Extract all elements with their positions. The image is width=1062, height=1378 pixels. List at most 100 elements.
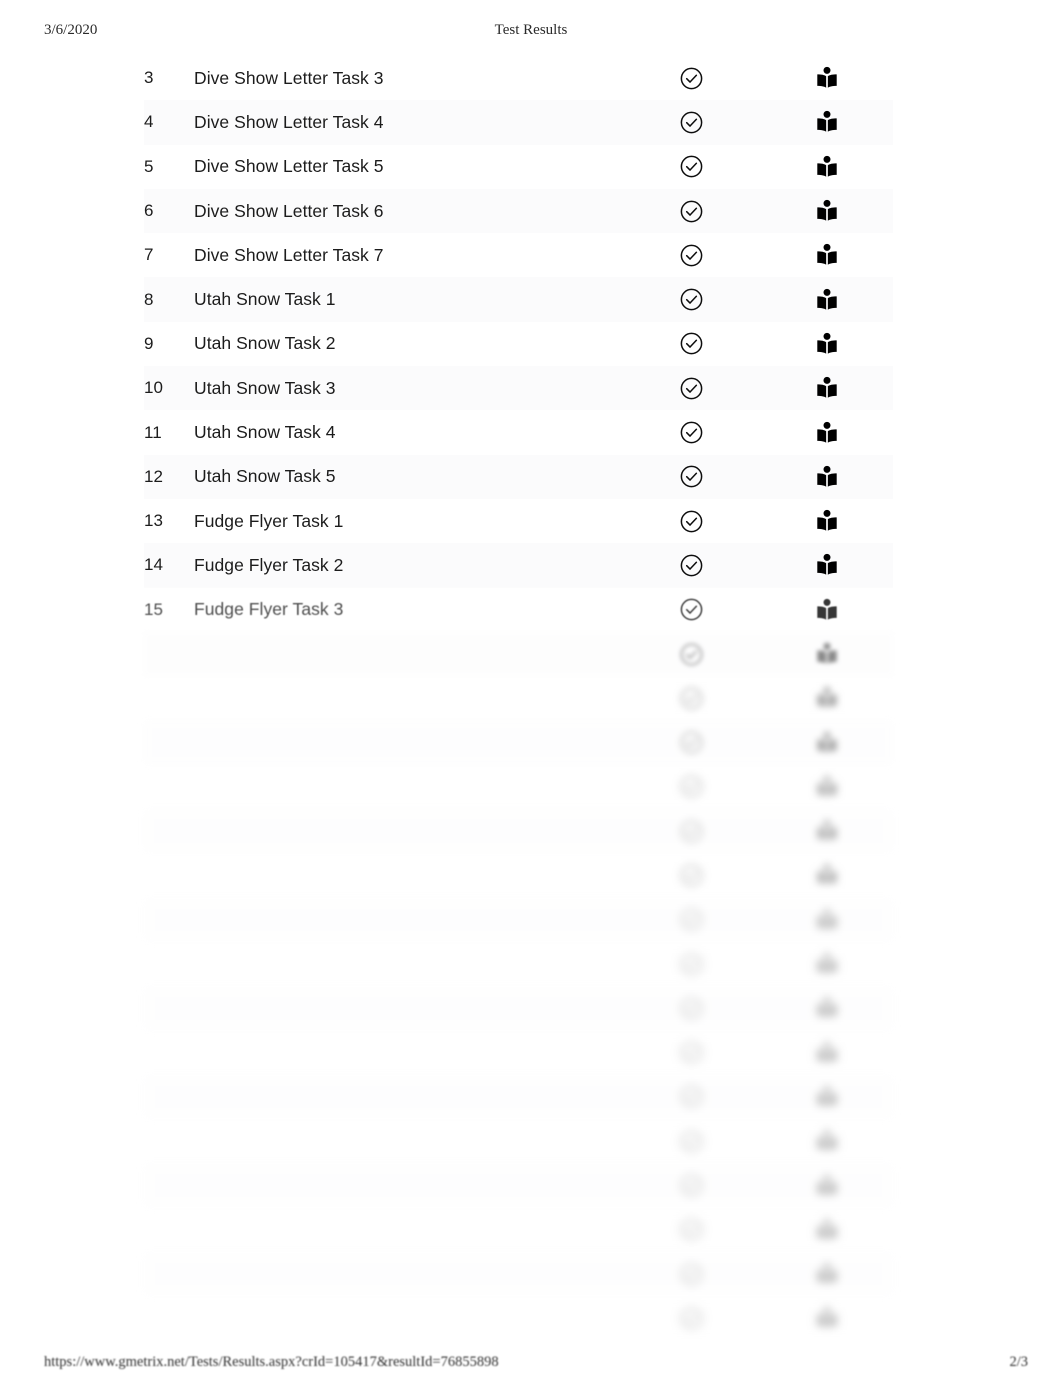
task-name-cell <box>194 632 621 676</box>
table-row[interactable]: 9 Utah Snow Task 2 <box>144 321 893 367</box>
status-cell <box>621 1075 761 1119</box>
status-cell <box>621 986 761 1030</box>
table-row[interactable] <box>144 1119 893 1164</box>
task-name-cell: Fudge Flyer Task 2 <box>194 543 621 587</box>
check-circle-icon <box>679 1084 704 1109</box>
task-name-cell <box>194 720 621 764</box>
review-cell[interactable] <box>761 499 893 543</box>
review-cell[interactable] <box>761 1031 893 1075</box>
task-name-cell <box>194 853 621 897</box>
review-cell[interactable] <box>761 1296 893 1340</box>
review-cell[interactable] <box>761 676 893 720</box>
table-row[interactable] <box>144 1296 893 1341</box>
review-cell[interactable] <box>761 1252 893 1296</box>
review-cell[interactable] <box>761 233 893 277</box>
task-name-cell: Dive Show Letter Task 7 <box>194 233 621 277</box>
table-row[interactable] <box>144 1207 893 1253</box>
review-cell[interactable] <box>761 1208 893 1252</box>
review-cell[interactable] <box>761 1075 893 1119</box>
row-number: 8 <box>144 289 154 309</box>
table-row[interactable]: 10 Utah Snow Task 3 <box>144 366 893 411</box>
task-name-cell: Dive Show Letter Task 6 <box>194 189 621 233</box>
table-row[interactable]: 14 Fudge Flyer Task 2 <box>144 543 893 588</box>
table-row[interactable] <box>144 1252 893 1297</box>
status-cell <box>621 809 761 853</box>
row-number-cell: 5 <box>144 145 194 189</box>
row-number-cell: 3 <box>144 56 194 100</box>
check-circle-icon <box>679 243 704 268</box>
row-number: 15 <box>144 599 164 619</box>
review-cell[interactable] <box>761 986 893 1030</box>
task-name: Fudge Flyer Task 2 <box>194 554 344 575</box>
status-cell <box>621 632 761 676</box>
table-row[interactable]: 12 Utah Snow Task 5 <box>144 454 893 499</box>
table-row[interactable] <box>144 853 893 898</box>
table-row[interactable]: 5 Dive Show Letter Task 5 <box>144 144 893 189</box>
table-row[interactable] <box>144 1163 893 1208</box>
row-number-cell: 9 <box>144 322 194 366</box>
row-number-cell <box>144 986 194 1030</box>
row-number-cell <box>144 1163 194 1207</box>
table-row[interactable] <box>144 986 893 1031</box>
table-row[interactable] <box>144 941 893 987</box>
table-row[interactable] <box>144 809 893 854</box>
review-cell[interactable] <box>761 410 893 454</box>
row-number: 14 <box>144 555 164 575</box>
review-cell[interactable] <box>761 1163 893 1207</box>
book-reader-icon <box>814 1040 840 1066</box>
book-reader-icon <box>814 154 840 180</box>
review-cell[interactable] <box>761 145 893 189</box>
row-number-cell <box>144 898 194 942</box>
review-cell[interactable] <box>761 322 893 366</box>
book-reader-icon <box>814 818 840 844</box>
check-circle-icon <box>679 331 704 356</box>
check-circle-icon <box>679 819 704 844</box>
row-number: 11 <box>144 422 162 442</box>
review-cell[interactable] <box>761 56 893 100</box>
review-cell[interactable] <box>761 100 893 144</box>
test-results-body: 3 Dive Show Letter Task 3 4 Dive Show Lette… <box>144 56 893 1341</box>
table-row[interactable]: 11 Utah Snow Task 4 <box>144 410 893 455</box>
review-cell[interactable] <box>761 942 893 986</box>
table-row[interactable] <box>144 1030 893 1075</box>
table-row[interactable]: 7 Dive Show Letter Task 7 <box>144 233 893 278</box>
review-cell[interactable] <box>761 898 893 942</box>
review-cell[interactable] <box>761 189 893 233</box>
row-number-cell <box>144 765 194 809</box>
table-row[interactable] <box>144 631 893 677</box>
review-cell[interactable] <box>761 543 893 587</box>
review-cell[interactable] <box>761 455 893 499</box>
review-cell[interactable] <box>761 720 893 764</box>
book-reader-icon <box>814 774 840 800</box>
book-reader-icon <box>814 198 840 224</box>
check-circle-icon <box>679 420 704 445</box>
table-row[interactable]: 8 Utah Snow Task 1 <box>144 277 893 322</box>
review-cell[interactable] <box>761 1119 893 1163</box>
table-row[interactable] <box>144 1074 893 1120</box>
row-number-cell: 7 <box>144 233 194 277</box>
review-cell[interactable] <box>761 588 893 632</box>
review-cell[interactable] <box>761 632 893 676</box>
status-cell <box>621 233 761 277</box>
row-number-cell <box>144 1296 194 1340</box>
table-row[interactable]: 4 Dive Show Letter Task 4 <box>144 100 893 145</box>
row-number-cell: 6 <box>144 189 194 233</box>
table-row[interactable] <box>144 764 893 810</box>
row-number-cell <box>144 853 194 897</box>
table-row[interactable]: 6 Dive Show Letter Task 6 <box>144 188 893 234</box>
row-number-cell: 14 <box>144 543 194 587</box>
table-row[interactable]: 15 Fudge Flyer Task 3 <box>144 587 893 632</box>
review-cell[interactable] <box>761 853 893 897</box>
task-name-cell <box>194 1208 621 1252</box>
table-row[interactable] <box>144 897 893 942</box>
review-cell[interactable] <box>761 277 893 321</box>
table-row[interactable] <box>144 720 893 765</box>
task-name-cell <box>194 676 621 720</box>
table-row[interactable]: 13 Fudge Flyer Task 1 <box>144 498 893 544</box>
review-cell[interactable] <box>761 366 893 410</box>
review-cell[interactable] <box>761 765 893 809</box>
book-reader-icon <box>814 685 840 711</box>
review-cell[interactable] <box>761 809 893 853</box>
table-row[interactable]: 3 Dive Show Letter Task 3 <box>144 56 893 101</box>
table-row[interactable] <box>144 676 893 721</box>
